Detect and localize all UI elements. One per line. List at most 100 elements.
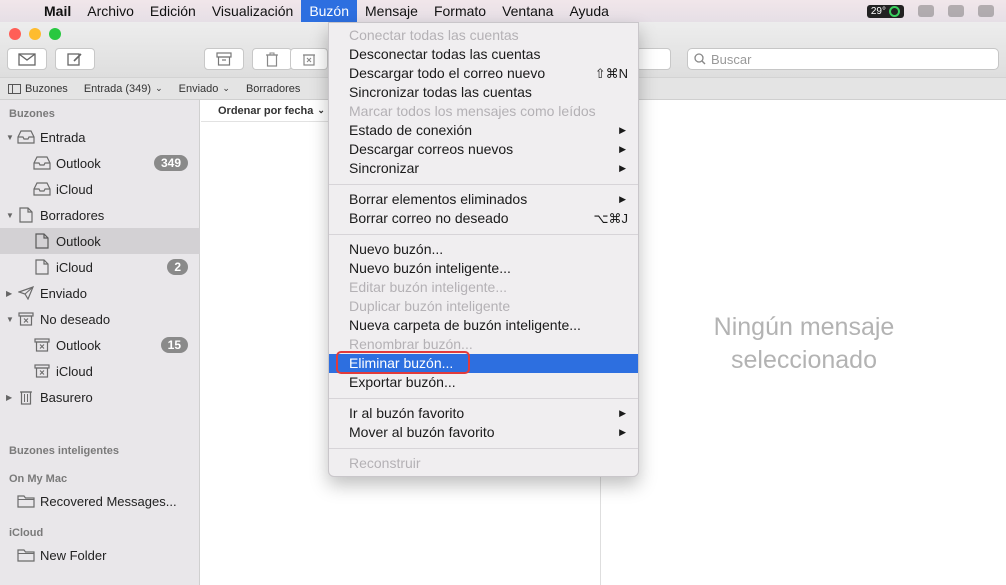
menu-item-download-all[interactable]: Descargar todo el correo nuevo ⇧⌘N bbox=[329, 64, 638, 83]
sidebar-item-label: iCloud bbox=[56, 181, 93, 197]
menu-item-connection-status[interactable]: Estado de conexión ▶ bbox=[329, 121, 638, 140]
menu-buzon[interactable]: Buzón bbox=[301, 0, 358, 22]
menu-item-export-mailbox[interactable]: Exportar buzón... bbox=[329, 373, 638, 392]
search-field[interactable]: Buscar bbox=[687, 48, 999, 70]
sidebar-item-trash[interactable]: ▶ Basurero bbox=[0, 384, 200, 410]
sidebar-item-label: iCloud bbox=[56, 363, 93, 379]
menu-edicion[interactable]: Edición bbox=[142, 0, 204, 22]
weather-widget[interactable]: 29° bbox=[866, 4, 904, 18]
menu-visualizacion[interactable]: Visualización bbox=[204, 0, 301, 22]
disclosure-closed-icon[interactable]: ▶ bbox=[6, 393, 14, 402]
menu-ventana[interactable]: Ventana bbox=[494, 0, 561, 22]
sidebar-item-label: Basurero bbox=[40, 389, 93, 405]
menu-item-label: Nuevo buzón inteligente... bbox=[349, 260, 511, 276]
sidebar-item-label: Outlook bbox=[56, 233, 101, 249]
status-icon[interactable] bbox=[978, 5, 994, 17]
menu-item-mark-all-read[interactable]: Marcar todos los mensajes como leídos bbox=[329, 102, 638, 121]
disclosure-open-icon[interactable]: ▼ bbox=[6, 133, 14, 142]
status-area: 29° bbox=[866, 0, 1006, 22]
minimize-window-button[interactable] bbox=[29, 28, 41, 40]
junk-button[interactable] bbox=[290, 48, 328, 70]
menu-item-erase-deleted[interactable]: Borrar elementos eliminados ▶ bbox=[329, 190, 638, 209]
chevron-down-icon: ⌄ bbox=[222, 83, 230, 93]
menu-item-erase-junk[interactable]: Borrar correo no deseado ⌥⌘J bbox=[329, 209, 638, 228]
fav-inbox[interactable]: Entrada (349) ⌄ bbox=[76, 83, 171, 95]
folder-icon bbox=[16, 493, 36, 509]
search-placeholder: Buscar bbox=[711, 51, 752, 67]
menu-item-sync-all[interactable]: Sincronizar todas las cuentas bbox=[329, 83, 638, 102]
fav-drafts-label: Borradores bbox=[245, 82, 301, 95]
menu-item-go-favorite[interactable]: Ir al buzón favorito ▶ bbox=[329, 404, 638, 423]
menu-separator bbox=[329, 448, 638, 449]
archive-button[interactable] bbox=[204, 48, 244, 70]
status-icon[interactable] bbox=[918, 5, 934, 17]
draft-icon bbox=[32, 233, 52, 249]
sidebar-item-junk-outlook[interactable]: Outlook 15 bbox=[0, 332, 200, 358]
sidebar-item-sent[interactable]: ▶ Enviado bbox=[0, 280, 200, 306]
menu-item-label: Ir al buzón favorito bbox=[349, 405, 465, 421]
disclosure-closed-icon[interactable]: ▶ bbox=[6, 289, 14, 298]
fav-drafts[interactable]: Borradores bbox=[238, 83, 308, 95]
junk-icon bbox=[303, 54, 315, 66]
menu-item-connect-all[interactable]: Conectar todas las cuentas bbox=[329, 26, 638, 45]
menu-archivo[interactable]: Archivo bbox=[79, 0, 142, 22]
menu-item-download-new[interactable]: Descargar correos nuevos ▶ bbox=[329, 140, 638, 159]
sidebar-item-drafts-icloud[interactable]: iCloud 2 bbox=[0, 254, 200, 280]
shortcut: ⌥⌘J bbox=[593, 211, 628, 226]
menu-item-new-smart-mailbox[interactable]: Nuevo buzón inteligente... bbox=[329, 259, 638, 278]
junk-icon bbox=[32, 363, 52, 379]
section-mailboxes: Buzones bbox=[9, 108, 55, 120]
search-icon bbox=[694, 53, 706, 65]
menu-mensaje[interactable]: Mensaje bbox=[357, 0, 426, 22]
menu-item-sync[interactable]: Sincronizar ▶ bbox=[329, 159, 638, 178]
sidebar-item-inbox-outlook[interactable]: Outlook 349 bbox=[0, 150, 200, 176]
menu-item-move-favorite[interactable]: Mover al buzón favorito ▶ bbox=[329, 423, 638, 442]
menu-ayuda[interactable]: Ayuda bbox=[561, 0, 616, 22]
sidebar-item-label: Outlook bbox=[56, 337, 101, 353]
envelope-icon bbox=[18, 52, 36, 66]
menu-separator bbox=[329, 184, 638, 185]
status-icon[interactable] bbox=[948, 5, 964, 17]
sidebar-item-inbox-icloud[interactable]: iCloud bbox=[0, 176, 200, 202]
compose-button[interactable] bbox=[55, 48, 95, 70]
menu-item-new-smart-folder[interactable]: Nueva carpeta de buzón inteligente... bbox=[329, 316, 638, 335]
disclosure-open-icon[interactable]: ▼ bbox=[6, 211, 14, 220]
menu-separator bbox=[329, 398, 638, 399]
sidebar-item-new-folder[interactable]: New Folder bbox=[0, 542, 200, 568]
fav-sent[interactable]: Enviado ⌄ bbox=[171, 83, 238, 95]
menu-item-disconnect-all[interactable]: Desconectar todas las cuentas bbox=[329, 45, 638, 64]
sidebar-item-drafts[interactable]: ▼ Borradores bbox=[0, 202, 200, 228]
sidebar-item-inbox[interactable]: ▼ Entrada bbox=[0, 124, 200, 150]
flag-button[interactable] bbox=[636, 48, 671, 70]
get-mail-button[interactable] bbox=[7, 48, 47, 70]
menu-item-edit-smart-mailbox[interactable]: Editar buzón inteligente... bbox=[329, 278, 638, 297]
inbox-icon bbox=[16, 129, 36, 145]
menu-app-mail[interactable]: Mail bbox=[40, 0, 79, 22]
section-smart-mailboxes: Buzones inteligentes bbox=[9, 445, 120, 457]
delete-button[interactable] bbox=[252, 48, 292, 70]
zoom-window-button[interactable] bbox=[49, 28, 61, 40]
menu-item-label: Marcar todos los mensajes como leídos bbox=[349, 103, 596, 119]
shortcut: ⇧⌘N bbox=[594, 66, 628, 81]
menu-item-label: Nuevo buzón... bbox=[349, 241, 444, 257]
sidebar-item-recovered[interactable]: Recovered Messages... bbox=[0, 488, 200, 514]
sidebar-item-junk[interactable]: ▼ No deseado bbox=[0, 306, 200, 332]
menu-item-label: Descargar todo el correo nuevo bbox=[349, 65, 546, 81]
unread-badge: 15 bbox=[160, 337, 188, 353]
junk-icon bbox=[32, 337, 52, 353]
menu-formato[interactable]: Formato bbox=[426, 0, 494, 22]
menu-item-rebuild[interactable]: Reconstruir bbox=[329, 454, 638, 473]
unread-badge: 2 bbox=[167, 259, 188, 275]
archive-icon bbox=[216, 52, 232, 66]
menu-item-label: Borrar correo no deseado bbox=[349, 210, 509, 226]
sidebar-item-junk-icloud[interactable]: iCloud bbox=[0, 358, 200, 384]
fav-mailboxes-label: Buzones bbox=[25, 82, 68, 95]
disclosure-open-icon[interactable]: ▼ bbox=[6, 315, 14, 324]
menu-item-duplicate-smart-mailbox[interactable]: Duplicar buzón inteligente bbox=[329, 297, 638, 316]
close-window-button[interactable] bbox=[9, 28, 21, 40]
chevron-down-icon: ⌄ bbox=[155, 83, 163, 93]
fav-mailboxes[interactable]: Buzones bbox=[0, 83, 76, 95]
menu-item-new-mailbox[interactable]: Nuevo buzón... bbox=[329, 240, 638, 259]
temperature: 29° bbox=[870, 5, 886, 17]
sidebar-item-drafts-outlook[interactable]: Outlook bbox=[0, 228, 200, 254]
